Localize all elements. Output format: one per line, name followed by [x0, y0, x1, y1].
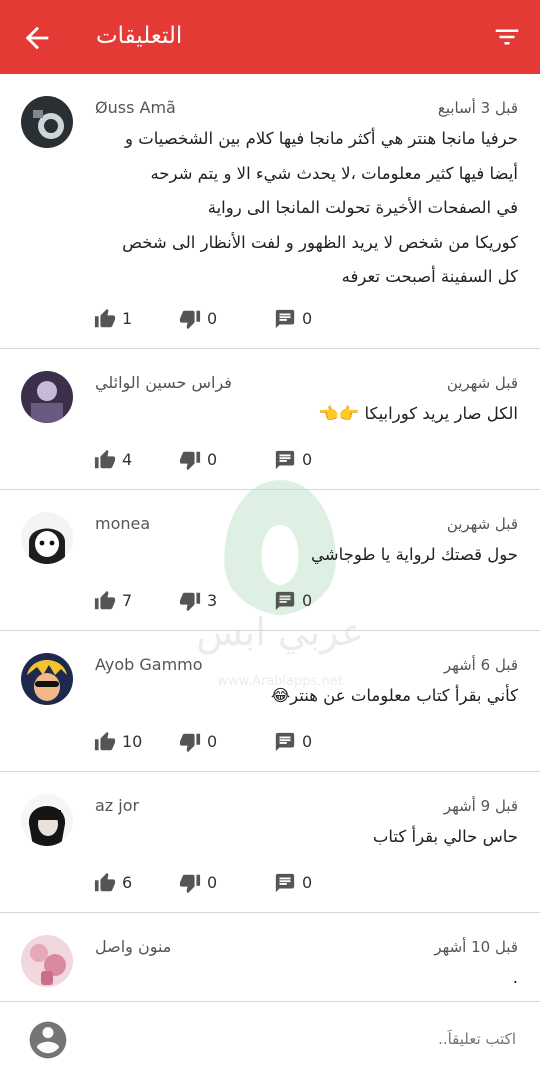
comment-time: قبل شهرين — [446, 515, 518, 533]
comment-line: كأني بقرأ كتاب معلومات عن هنتر😂 — [270, 686, 518, 705]
comment-line: . — [512, 968, 518, 987]
comment-time: قبل 3 أسابيع — [437, 99, 518, 117]
comment-composer — [0, 1001, 540, 1078]
filter-icon[interactable] — [492, 22, 522, 52]
comment-text: حول قصتك لرواية يا طوجاشي — [78, 538, 518, 573]
comment-line: حرفيا مانجا هنتر هي أكثر مانجا فيها كلام… — [124, 129, 518, 148]
comment-line: حول قصتك لرواية يا طوجاشي — [311, 545, 518, 564]
dislike-count: 0 — [207, 732, 218, 751]
comment-author[interactable]: فراس حسين الوائلي — [95, 373, 232, 393]
comment-item: az jor قبل 9 أشهر حاس حالي بقرأ كتاب 6 0… — [0, 772, 540, 913]
thumbs-up-icon — [94, 449, 116, 469]
comment-item: Ayob Gammo قبل 6 أشهر كأني بقرأ كتاب معل… — [0, 631, 540, 772]
avatar[interactable] — [21, 653, 73, 705]
arrow-back-icon[interactable] — [20, 21, 54, 55]
like-count: 6 — [122, 873, 133, 892]
comment-line: حاس حالي بقرأ كتاب — [372, 827, 518, 846]
avatar[interactable] — [21, 794, 73, 846]
thumbs-up-icon — [94, 308, 116, 328]
comment-line: كل السفينة أصبحت تعرفه — [341, 267, 518, 286]
comment-author[interactable]: منون واصل — [95, 937, 171, 957]
dislike-count: 3 — [207, 591, 218, 610]
comment-item: منون واصل قبل 10 أشهر . — [0, 913, 540, 997]
comment-item: فراس حسين الوائلي قبل شهرين الكل صار يري… — [0, 349, 540, 490]
comment-line: أيضا فيها كثير معلومات ،لا يحدث شيء الا … — [150, 163, 518, 183]
comment-text: الكل صار يريد كورابيكا 👉👈 — [78, 397, 518, 432]
comment-time: قبل 6 أشهر — [443, 656, 518, 674]
comment-item: monea قبل شهرين حول قصتك لرواية يا طوجاش… — [0, 490, 540, 631]
avatar[interactable] — [21, 512, 73, 564]
thumbs-down-icon — [179, 592, 201, 612]
dislike-count: 0 — [207, 450, 218, 469]
thumbs-up-icon — [94, 731, 116, 751]
thumbs-up-icon — [94, 872, 116, 892]
comment-text: كأني بقرأ كتاب معلومات عن هنتر😂 — [78, 679, 518, 714]
comment-line: كوريكا من شخص لا يريد الظهور و لفت الأنظ… — [122, 232, 518, 252]
like-count: 4 — [122, 450, 133, 469]
thumbs-down-icon — [179, 874, 201, 894]
comment-time: قبل شهرين — [446, 374, 518, 392]
comment-author[interactable]: az jor — [95, 796, 139, 816]
avatar[interactable] — [21, 935, 73, 987]
reply-count: 0 — [302, 732, 313, 751]
comment-icon — [275, 450, 295, 470]
comment-icon — [275, 873, 295, 893]
comment-text: . — [78, 961, 518, 996]
comment-line: الكل صار يريد كورابيكا 👉👈 — [318, 404, 518, 423]
comment-input[interactable] — [94, 1029, 518, 1049]
like-count: 1 — [122, 309, 133, 328]
app-bar: التعليقات — [0, 0, 540, 74]
comment-author[interactable]: Øuss Amã — [95, 98, 176, 118]
comment-time: قبل 9 أشهر — [443, 797, 518, 815]
comment-text: حاس حالي بقرأ كتاب — [78, 820, 518, 855]
comment-icon — [275, 732, 295, 752]
avatar[interactable] — [21, 96, 73, 148]
comment-text: حرفيا مانجا هنتر هي أكثر مانجا فيها كلام… — [78, 122, 518, 295]
thumbs-down-icon — [179, 310, 201, 330]
like-count: 10 — [122, 732, 143, 751]
comment-icon — [275, 591, 295, 611]
comment-author[interactable]: Ayob Gammo — [95, 655, 203, 675]
comment-author[interactable]: monea — [95, 514, 150, 534]
user-avatar-icon[interactable] — [26, 1018, 70, 1062]
reply-count: 0 — [302, 873, 313, 892]
reply-count: 0 — [302, 450, 313, 469]
like-count: 7 — [122, 591, 133, 610]
dislike-count: 0 — [207, 873, 218, 892]
comment-item: Øuss Amã قبل 3 أسابيع حرفيا مانجا هنتر ه… — [0, 74, 540, 349]
comment-line: في الصفحات الأخيرة تحولت المانجا الى روا… — [207, 198, 518, 217]
reply-count: 0 — [302, 591, 313, 610]
avatar[interactable] — [21, 371, 73, 423]
comment-icon — [275, 309, 295, 329]
comment-time: قبل 10 أشهر — [434, 938, 518, 956]
thumbs-down-icon — [179, 733, 201, 753]
page-title: التعليقات — [96, 23, 183, 49]
dislike-count: 0 — [207, 309, 218, 328]
reply-count: 0 — [302, 309, 313, 328]
comment-list: Øuss Amã قبل 3 أسابيع حرفيا مانجا هنتر ه… — [0, 74, 540, 997]
thumbs-down-icon — [179, 451, 201, 471]
thumbs-up-icon — [94, 590, 116, 610]
